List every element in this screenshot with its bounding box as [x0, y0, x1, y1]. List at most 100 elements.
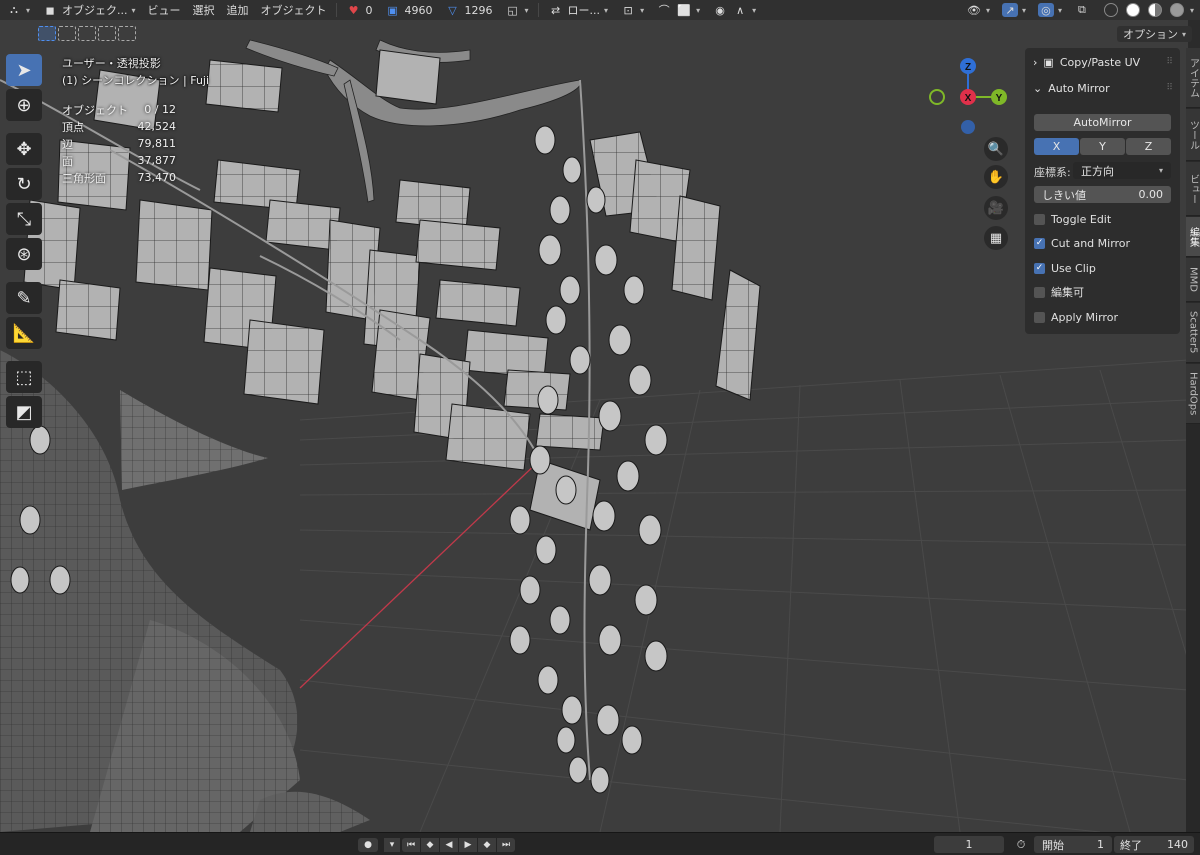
record-button[interactable]: ● [358, 838, 378, 852]
rendered-shading-icon[interactable] [1169, 3, 1184, 17]
axis-y-button[interactable]: Y [1080, 138, 1125, 155]
tab-scatter5[interactable]: Scatter5 [1186, 303, 1200, 363]
select-invert-icon[interactable] [98, 26, 116, 41]
snap-dropdown[interactable]: ◱ ▾ [499, 0, 535, 20]
axis-z-button[interactable]: Z [1126, 138, 1171, 155]
rotate-tool[interactable]: ↻ [6, 168, 42, 200]
auto-mirror-header[interactable]: ⌄ Auto Mirror ⠿ [1025, 77, 1180, 99]
camera-button[interactable]: 🎥 [984, 196, 1008, 220]
stat-value: 0 / 12 [144, 103, 176, 116]
auto-key-dropdown[interactable]: ▾ [384, 838, 400, 852]
checkbox-label: Apply Mirror [1051, 310, 1118, 324]
jump-end-button[interactable]: ⏭ [497, 838, 515, 852]
zoom-button[interactable]: 🔍 [984, 137, 1008, 161]
bevel-icon: ◩ [15, 401, 33, 423]
tab-hardops[interactable]: HardOps [1186, 364, 1200, 424]
solid-shading-icon[interactable] [1125, 3, 1140, 17]
view-name: ユーザー・透視投影 [62, 57, 161, 70]
transform-tool[interactable]: ⊛ [6, 238, 42, 270]
axis-x-button[interactable]: X [1034, 138, 1079, 155]
wireframe-shading-icon[interactable] [1103, 3, 1118, 17]
select-subtract-icon[interactable] [78, 26, 96, 41]
tool-gap [6, 124, 44, 130]
tab-mmd[interactable]: MMD [1186, 258, 1200, 302]
play-button[interactable]: ▶ [459, 838, 477, 852]
counter-heart[interactable]: ♥ 0 [340, 0, 379, 20]
annotate-tool[interactable]: ✎ [6, 282, 42, 314]
measure-icon: 📐 [12, 322, 36, 344]
neg-z-axis-handle[interactable] [961, 120, 975, 134]
select-new-icon[interactable] [38, 26, 56, 41]
add-cube-tool[interactable]: ⬚ [6, 361, 42, 393]
viewport-header: ⛬ ▾ ◼ オブジェク... ▾ ビュー 選択 追加 オブジェクト ♥ 0 ▣ 4960 … [0, 0, 1200, 20]
current-frame-field[interactable]: 1 [934, 836, 1004, 853]
stopwatch-icon[interactable]: ⏱ [1012, 836, 1030, 853]
neg-y-axis-handle[interactable] [929, 89, 945, 105]
transform-orientation-dropdown[interactable]: ⇄ ロー... ▾ [542, 0, 615, 20]
apply-mirror-checkbox[interactable]: Apply Mirror [1034, 309, 1118, 325]
threshold-label: しきい値 [1042, 188, 1086, 202]
checkmark-icon: ✓ [1034, 262, 1045, 274]
cut-and-mirror-checkbox[interactable]: ✓ Cut and Mirror [1034, 235, 1130, 251]
pan-button[interactable]: ✋ [984, 165, 1008, 189]
add-cube-icon: ⬚ [15, 366, 33, 388]
proportional-edit[interactable]: ◉ ∧ ▾ [706, 0, 762, 20]
next-keyframe-button[interactable]: ◆ [478, 838, 496, 852]
menu-select[interactable]: 選択 [187, 0, 221, 20]
menu-view[interactable]: ビュー [142, 0, 187, 20]
mode-dropdown[interactable]: ◼ オブジェク... ▾ [36, 0, 142, 20]
menu-add[interactable]: 追加 [221, 0, 255, 20]
menu-object[interactable]: オブジェクト [255, 0, 333, 20]
counter-vertices[interactable]: ▽ 1296 [439, 0, 499, 20]
tab-view[interactable]: ビュー [1186, 162, 1200, 216]
projection-button[interactable]: ▦ [984, 226, 1008, 250]
select-extend-icon[interactable] [58, 26, 76, 41]
use-clip-checkbox[interactable]: ✓ Use Clip [1034, 260, 1096, 276]
menu-label: ビュー [147, 4, 181, 17]
measure-tool[interactable]: 📐 [6, 317, 42, 349]
counter-faces[interactable]: ▣ 4960 [379, 0, 439, 20]
shading-modes[interactable]: ▾ [1096, 0, 1200, 20]
material-shading-icon[interactable] [1147, 3, 1162, 17]
tab-edit[interactable]: 編集 [1186, 217, 1200, 257]
orientation-value: 正方向 [1081, 164, 1114, 178]
move-tool[interactable]: ✥ [6, 133, 42, 165]
frame-end-field[interactable]: 終了 140 [1114, 836, 1194, 853]
stat-value: 42,524 [137, 120, 177, 133]
orientation-dropdown[interactable]: 正方向 ▾ [1073, 162, 1171, 179]
gizmo-toggle[interactable]: ↗ ▾ [996, 0, 1032, 20]
bevel-tool[interactable]: ◩ [6, 396, 42, 428]
tab-item[interactable]: アイテム [1186, 48, 1200, 108]
play-reverse-button[interactable]: ◀ [440, 838, 458, 852]
frame-start-field[interactable]: 開始 1 [1034, 836, 1112, 853]
editor-type-button[interactable]: ⛬ ▾ [0, 0, 36, 20]
threshold-field[interactable]: しきい値 0.00 [1034, 186, 1171, 203]
cursor-tool[interactable]: ⊕ [6, 89, 42, 121]
3d-viewport[interactable] [0, 20, 1188, 832]
select-intersect-icon[interactable] [118, 26, 136, 41]
grip-icon[interactable]: ⠿ [1166, 83, 1173, 93]
scale-tool[interactable]: ⤡ [6, 203, 42, 235]
collection-name: (1) シーンコレクション | Fuji [62, 74, 210, 87]
prev-keyframe-button[interactable]: ◆ [421, 838, 439, 852]
zoom-icon: 🔍 [987, 141, 1005, 157]
snap-toggle[interactable]: ⌒ ⬜ ▾ [650, 0, 706, 20]
xray-toggle[interactable]: ⧉ [1068, 0, 1096, 20]
chevron-down-icon: ▾ [131, 5, 136, 15]
overlay-toggle[interactable]: ◎ ▾ [1032, 0, 1068, 20]
proportional-icon: ◉ [715, 3, 725, 17]
options-dropdown[interactable]: オプション ▾ [1116, 26, 1192, 42]
automirror-button[interactable]: AutoMirror [1034, 114, 1171, 131]
toggle-edit-checkbox[interactable]: Toggle Edit [1034, 211, 1111, 227]
jump-start-button[interactable]: ⏮ [402, 838, 420, 852]
visibility-dropdown[interactable]: 👁 ▾ [960, 0, 996, 20]
navigation-gizmo[interactable]: Z Y X [926, 54, 1012, 134]
grip-icon[interactable]: ⠿ [1166, 57, 1173, 67]
tool-gap [6, 273, 44, 279]
select-box-tool[interactable]: ➤ [6, 54, 42, 86]
copy-paste-uv-header[interactable]: › ▣ Copy/Paste UV ⠿ [1025, 51, 1180, 73]
editable-checkbox[interactable]: 編集可 [1034, 284, 1084, 300]
pivot-dropdown[interactable]: ⊡ ▾ [614, 0, 650, 20]
tab-tool[interactable]: ツール [1186, 109, 1200, 161]
menu-label: オブジェクト [260, 4, 327, 17]
